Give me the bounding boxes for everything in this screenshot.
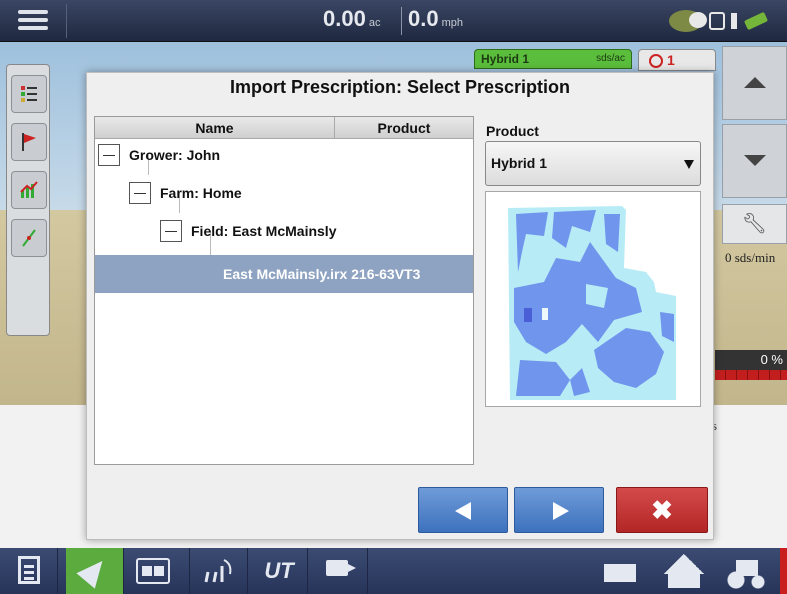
dropdown-arrow-icon xyxy=(684,160,694,169)
area-value: 0.00 xyxy=(323,6,366,31)
product-tab-label: Hybrid 1 xyxy=(481,52,530,66)
speed-readout: 0.0 mph xyxy=(408,6,463,32)
plant-button[interactable] xyxy=(190,548,248,594)
universal-terminal-button[interactable]: UT xyxy=(250,548,308,594)
tree-node-field[interactable]: Field: East McMainsly xyxy=(160,218,336,244)
area-readout: 0.00 ac xyxy=(323,6,380,32)
grower-label: Grower: John xyxy=(129,147,221,163)
alert-edge xyxy=(780,548,787,594)
cancel-button[interactable]: ✖ xyxy=(616,487,708,533)
alarm-count: 1 xyxy=(667,52,675,68)
split-view-button[interactable] xyxy=(124,548,190,594)
tree-node-farm[interactable]: Farm: Home xyxy=(129,180,242,206)
name-column-header[interactable]: Name xyxy=(95,117,335,139)
flag-icon xyxy=(22,133,36,151)
tree-header: Name Product xyxy=(95,117,473,139)
ut-icon: UT xyxy=(264,558,294,583)
prescription-map-preview xyxy=(485,191,701,407)
prescription-map-image xyxy=(508,206,676,400)
collapse-icon[interactable] xyxy=(129,182,151,204)
menu-button[interactable] xyxy=(8,6,58,36)
menu-icon xyxy=(18,10,48,14)
close-icon: ✖ xyxy=(651,495,673,525)
percent-label: 0 % xyxy=(760,352,783,367)
speed-unit: mph xyxy=(441,17,463,29)
import-prescription-dialog: Import Prescription: Select Prescription… xyxy=(86,72,714,540)
alarm-tab[interactable]: 1 xyxy=(638,49,716,71)
metric-divider xyxy=(401,7,402,35)
arrow-down-icon xyxy=(743,155,766,166)
product-rate-tab[interactable]: Hybrid 1 sds/ac xyxy=(474,49,632,69)
collapse-icon[interactable] xyxy=(98,144,120,166)
legend-button[interactable] xyxy=(11,75,47,113)
arrow-up-icon xyxy=(743,77,766,88)
gps-signal-icon[interactable] xyxy=(743,10,773,32)
wrench-icon: 🔧︎ xyxy=(741,213,768,235)
collapse-icon[interactable] xyxy=(160,220,182,242)
chart-icon xyxy=(20,181,38,198)
camera-button[interactable] xyxy=(310,548,368,594)
status-icons xyxy=(669,8,773,34)
home-document-button[interactable] xyxy=(0,548,58,594)
speed-value: 0.0 xyxy=(408,6,439,31)
tree-node-grower[interactable]: Grower: John xyxy=(98,142,220,168)
plant-icon xyxy=(204,559,232,583)
tree-node-prescription-selected[interactable]: East McMainsly.irx 216-63VT3 xyxy=(95,255,473,293)
arrow-right-icon xyxy=(553,502,569,520)
arrow-left-icon xyxy=(455,502,471,520)
product-column-header[interactable]: Product xyxy=(335,117,473,139)
camera-icon xyxy=(326,560,356,576)
bottom-toolbar: UT xyxy=(0,548,787,594)
prescription-tree: Name Product Grower: John Farm: Home Fie… xyxy=(94,116,474,465)
top-status-bar: 0.00 ac 0.0 mph xyxy=(0,0,787,42)
next-button[interactable] xyxy=(514,487,604,533)
flag-button[interactable] xyxy=(11,123,47,161)
truck-icon[interactable] xyxy=(600,554,640,590)
dialog-title: Import Prescription: Select Prescription xyxy=(229,77,571,97)
top-divider xyxy=(66,4,67,38)
prescription-label: East McMainsly.irx 216-63VT3 xyxy=(223,266,421,282)
farm-label: Farm: Home xyxy=(160,185,242,201)
split-view-icon xyxy=(136,558,170,584)
section-bar xyxy=(715,370,787,380)
product-selected-value: Hybrid 1 xyxy=(491,155,548,171)
alarm-icon xyxy=(649,54,663,68)
back-button[interactable] xyxy=(418,487,508,533)
rate-readout: 0 sds/min xyxy=(725,250,776,265)
navigation-button[interactable] xyxy=(66,548,124,594)
display-icon[interactable] xyxy=(709,12,725,30)
bars-icon[interactable] xyxy=(731,13,737,29)
leaf-status-icon[interactable] xyxy=(669,10,707,32)
product-tab-unit: sds/ac xyxy=(596,53,625,64)
field-label: Field: East McMainsly xyxy=(191,223,337,239)
chart-button[interactable] xyxy=(11,171,47,209)
product-dropdown[interactable]: Hybrid 1 xyxy=(485,141,701,186)
shed-icon[interactable] xyxy=(664,554,704,590)
guidance-button[interactable] xyxy=(11,219,47,257)
tractor-icon[interactable] xyxy=(726,554,766,590)
settings-wrench-button[interactable]: 🔧︎ xyxy=(722,204,787,244)
percent-bar: 0 % xyxy=(715,350,787,380)
legend-icon xyxy=(21,86,37,102)
left-tool-panel xyxy=(6,64,50,336)
guidance-icon xyxy=(22,229,36,247)
navigation-icon xyxy=(76,553,112,589)
scroll-up-button[interactable] xyxy=(722,46,787,120)
area-unit: ac xyxy=(368,17,381,29)
document-icon xyxy=(18,556,40,584)
product-label: Product xyxy=(486,123,539,139)
scroll-down-button[interactable] xyxy=(722,124,787,198)
